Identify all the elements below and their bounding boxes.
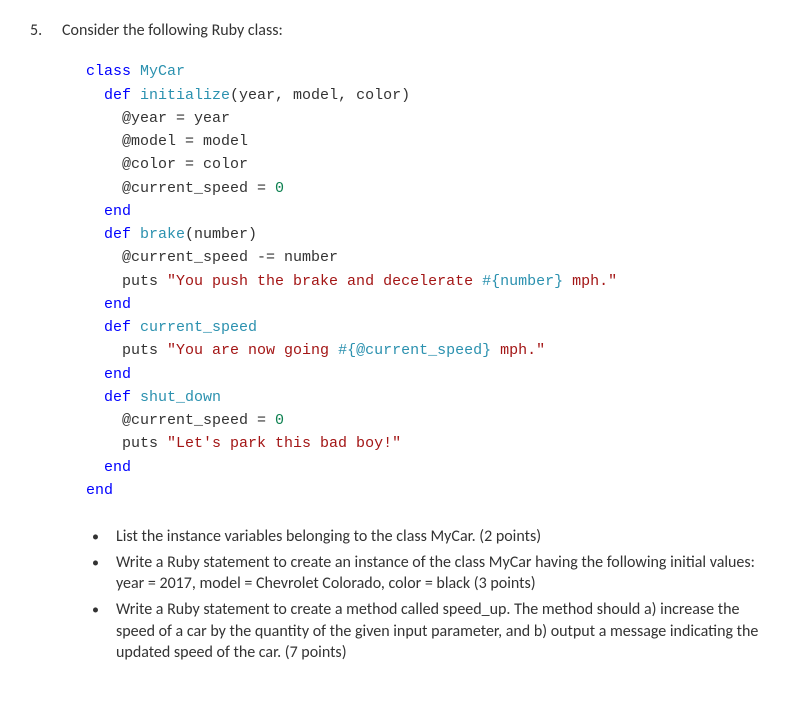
code-token: @year = year xyxy=(122,110,230,127)
code-line: def brake(number) xyxy=(86,223,781,246)
code-token: end xyxy=(86,482,113,499)
code-token: @model = model xyxy=(122,133,248,150)
code-token: def xyxy=(104,226,140,243)
code-token: 0 xyxy=(275,412,284,429)
code-token: def xyxy=(104,319,140,336)
code-token: "You push the brake and decelerate xyxy=(167,273,482,290)
code-token: def xyxy=(104,389,140,406)
code-token: shut_down xyxy=(140,389,221,406)
code-token: brake xyxy=(140,226,185,243)
code-line: @year = year xyxy=(86,107,781,130)
code-token: end xyxy=(104,459,131,476)
code-line: @current_speed = 0 xyxy=(86,177,781,200)
code-token: class xyxy=(86,63,140,80)
code-line: end xyxy=(86,200,781,223)
code-token: def xyxy=(104,87,140,104)
question-number: 5. xyxy=(30,20,62,42)
bullet-item: •List the instance variables belonging t… xyxy=(92,526,761,548)
code-line: end xyxy=(86,363,781,386)
code-token: MyCar xyxy=(140,63,185,80)
bullets-list: •List the instance variables belonging t… xyxy=(92,526,761,664)
code-token: (number) xyxy=(185,226,257,243)
bullet-text: Write a Ruby statement to create an inst… xyxy=(116,552,761,595)
code-line: puts "Let's park this bad boy!" xyxy=(86,432,781,455)
code-token: puts xyxy=(122,435,167,452)
code-token: mph." xyxy=(563,273,617,290)
question-row: 5. Consider the following Ruby class: xyxy=(30,20,781,42)
bullet-item: •Write a Ruby statement to create an ins… xyxy=(92,552,761,595)
code-line: @color = color xyxy=(86,153,781,176)
code-token: mph." xyxy=(491,342,545,359)
bullet-marker-icon: • xyxy=(92,552,116,595)
code-line: end xyxy=(86,456,781,479)
code-token: (year, model, color) xyxy=(230,87,410,104)
code-line: puts "You push the brake and decelerate … xyxy=(86,270,781,293)
code-token: end xyxy=(104,203,131,220)
code-token: "Let's park this bad boy!" xyxy=(167,435,401,452)
code-token: @current_speed -= number xyxy=(122,249,338,266)
code-token: current_speed xyxy=(140,319,257,336)
bullet-text: List the instance variables belonging to… xyxy=(116,526,761,548)
bullet-marker-icon: • xyxy=(92,599,116,664)
code-line: def initialize(year, model, color) xyxy=(86,84,781,107)
bullet-item: •Write a Ruby statement to create a meth… xyxy=(92,599,761,664)
code-block: class MyCar def initialize(year, model, … xyxy=(86,60,781,502)
code-token: @color = color xyxy=(122,156,248,173)
code-token: @current_speed = xyxy=(122,180,275,197)
bullet-text: Write a Ruby statement to create a metho… xyxy=(116,599,761,664)
code-token: "You are now going xyxy=(167,342,338,359)
code-line: end xyxy=(86,479,781,502)
code-token: puts xyxy=(122,273,167,290)
code-line: @model = model xyxy=(86,130,781,153)
code-token: puts xyxy=(122,342,167,359)
code-line: @current_speed = 0 xyxy=(86,409,781,432)
code-token: #{number} xyxy=(482,273,563,290)
code-line: def shut_down xyxy=(86,386,781,409)
code-token: end xyxy=(104,296,131,313)
code-token: @current_speed = xyxy=(122,412,275,429)
code-token: #{@current_speed} xyxy=(338,342,491,359)
code-line: class MyCar xyxy=(86,60,781,83)
question-prompt: Consider the following Ruby class: xyxy=(62,20,781,42)
code-line: end xyxy=(86,293,781,316)
code-token: end xyxy=(104,366,131,383)
code-token: initialize xyxy=(140,87,230,104)
code-line: @current_speed -= number xyxy=(86,246,781,269)
code-token: 0 xyxy=(275,180,284,197)
code-line: def current_speed xyxy=(86,316,781,339)
bullet-marker-icon: • xyxy=(92,526,116,548)
code-line: puts "You are now going #{@current_speed… xyxy=(86,339,781,362)
